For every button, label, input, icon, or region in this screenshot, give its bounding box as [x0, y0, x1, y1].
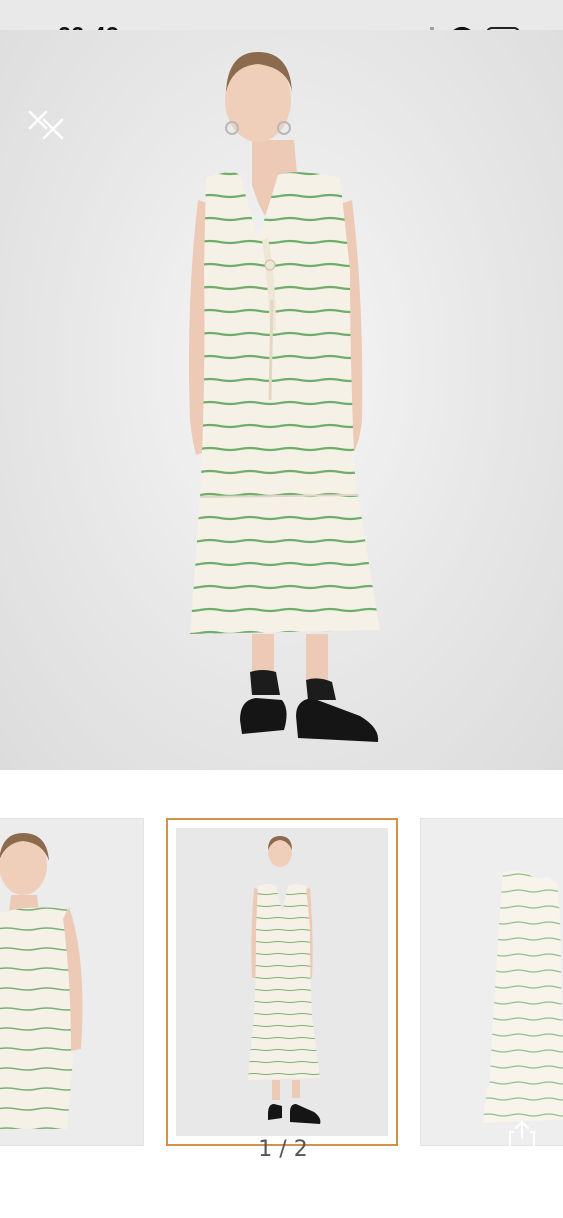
share-button[interactable] [505, 1118, 539, 1152]
thumbnail-closeup[interactable] [0, 818, 144, 1146]
thumbnail-full-length[interactable] [166, 818, 398, 1146]
main-product-image[interactable] [0, 30, 563, 770]
close-button[interactable] [24, 106, 70, 146]
thumbnail-product-only[interactable] [420, 818, 563, 1146]
close-icon [28, 110, 64, 140]
page-counter: 1 / 2 [258, 1137, 308, 1162]
share-icon [509, 1121, 535, 1149]
thumbnail-image [176, 828, 388, 1136]
thumbnail-strip [0, 818, 563, 1148]
